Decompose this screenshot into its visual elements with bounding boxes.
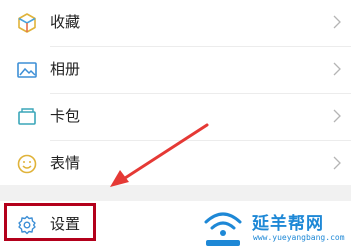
menu-item-favorites[interactable]: 收藏 xyxy=(0,0,351,45)
section-gap xyxy=(0,185,351,201)
watermark-url: www.yueyangbang.com xyxy=(253,233,345,242)
menu-item-label: 卡包 xyxy=(50,107,81,125)
site-watermark: 延羊帮网 www.yueyangbang.com xyxy=(196,206,351,249)
smiley-icon xyxy=(17,154,37,174)
menu-item-album[interactable]: 相册 xyxy=(0,47,351,92)
card-wallet-icon xyxy=(18,108,36,125)
chevron-right-icon xyxy=(333,15,341,29)
wifi-logo-icon xyxy=(204,212,242,246)
cube-icon xyxy=(18,13,36,33)
menu-item-label: 相册 xyxy=(50,60,81,78)
menu-item-label: 收藏 xyxy=(50,13,81,31)
menu-item-label: 表情 xyxy=(50,154,81,172)
watermark-title: 延羊帮网 xyxy=(252,214,324,234)
menu-item-card-wallet[interactable]: 卡包 xyxy=(0,94,351,139)
highlight-box xyxy=(4,203,96,241)
menu-item-stickers[interactable]: 表情 xyxy=(0,141,351,186)
chevron-right-icon xyxy=(333,62,341,76)
chevron-right-icon xyxy=(333,156,341,170)
chevron-right-icon xyxy=(333,109,341,123)
photo-album-icon xyxy=(17,62,37,78)
